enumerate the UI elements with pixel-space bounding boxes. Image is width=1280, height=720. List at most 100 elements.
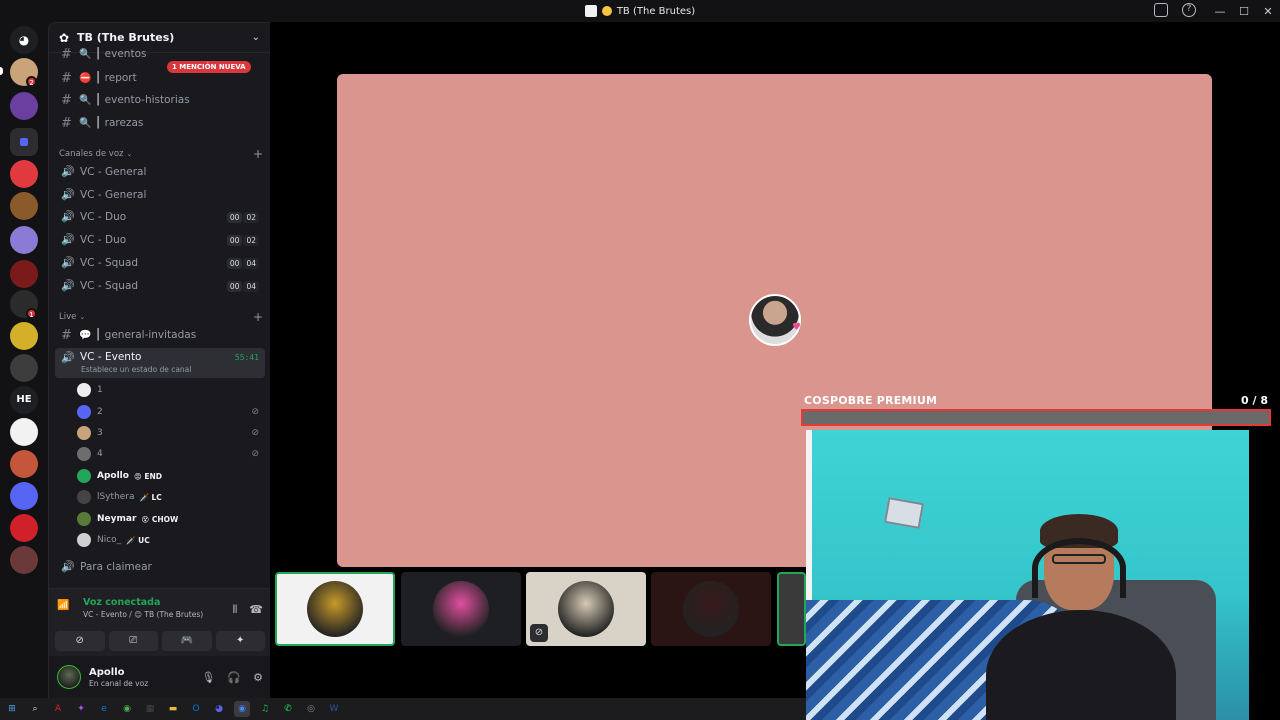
outlook-icon[interactable]: O — [188, 701, 204, 717]
server-8-icon[interactable] — [10, 322, 38, 350]
participant-tile[interactable] — [401, 572, 521, 646]
avatar[interactable] — [57, 665, 81, 689]
inbox-icon[interactable] — [1154, 3, 1168, 17]
minimize-button[interactable]: — — [1208, 5, 1232, 18]
voice-channel[interactable]: 🔊 VC - General — [55, 184, 265, 206]
user-panel[interactable]: Apollo En canal de voz 🎙 🎧 ⚙ — [49, 656, 271, 698]
server-6-icon[interactable] — [10, 260, 38, 288]
avatar — [77, 533, 91, 547]
voice-user[interactable]: 3 ⊘ — [77, 423, 263, 443]
noise-suppression-icon[interactable]: ⫴ — [233, 603, 238, 617]
webcam-feed — [806, 430, 1249, 720]
server-rail: ◕ 2 1 HE — [0, 22, 48, 698]
folder-icon[interactable]: ▬ — [165, 701, 181, 717]
participant-avatar — [433, 581, 489, 637]
streamer-body — [986, 610, 1176, 720]
add-channel-icon[interactable]: + — [253, 147, 263, 161]
channel-para-claimear[interactable]: 🔊 Para claimear — [55, 556, 265, 578]
server-folder-icon[interactable] — [10, 128, 38, 156]
chrome-active-icon[interactable]: ◉ — [234, 701, 250, 717]
voice-user-name: Apollo — [97, 471, 129, 481]
category-voice[interactable]: Canales de voz ⌄ + — [59, 147, 263, 161]
voice-channel[interactable]: 🔊 VC - General — [55, 161, 265, 183]
voice-channel[interactable]: 🔊 VC - Duo 00 02 — [55, 229, 265, 251]
title-tools: ? — [1154, 3, 1196, 17]
participant-tile[interactable] — [651, 572, 771, 646]
chevron-down-icon[interactable]: ⌄ — [252, 32, 260, 43]
participant-tile[interactable] — [777, 572, 806, 646]
signal-icon[interactable]: 📶 — [57, 600, 71, 611]
hash-icon: # — [61, 327, 72, 343]
voice-channel[interactable]: 🔊 VC - Duo 00 02 — [55, 206, 265, 228]
close-button[interactable]: ✕ — [1256, 5, 1280, 18]
voice-user[interactable]: Neymar 😵 CHOW — [77, 509, 263, 529]
whatsapp-icon[interactable]: ✆ — [280, 701, 296, 717]
channel-label: VC - Squad — [80, 257, 139, 269]
voice-channel-path[interactable]: VC - Evento / 😊 TB (The Brutes) — [83, 610, 203, 619]
user-controls: 🎙 🎧 ⚙ — [201, 671, 263, 684]
speaker-icon: 🔊 — [61, 233, 75, 246]
server-5-icon[interactable] — [10, 226, 38, 254]
help-icon[interactable]: ? — [1182, 3, 1196, 17]
figma-icon[interactable]: ✦ — [73, 701, 89, 717]
voice-channel[interactable]: 🔊 VC - Squad 00 04 — [55, 275, 265, 297]
participant-tile[interactable]: ⊘ — [526, 572, 646, 646]
add-channel-icon[interactable]: + — [253, 310, 263, 324]
server-13-icon[interactable] — [10, 514, 38, 542]
microphone-icon[interactable]: 🎙 — [201, 671, 215, 684]
channel-general-invitadas[interactable]: # 💬 ┃ general-invitadas — [55, 324, 265, 346]
windows-icon[interactable]: ⊞ — [4, 701, 20, 717]
channel-rarezas[interactable]: # 🔍 ┃ rarezas — [55, 112, 265, 134]
word-icon[interactable]: W — [326, 701, 342, 717]
channel-vc-evento[interactable]: 🔊 VC - Evento 55:41 Establece un estado … — [55, 348, 265, 378]
voice-user[interactable]: Apollo 😡 END — [77, 466, 263, 486]
server-12-icon[interactable] — [10, 482, 38, 510]
user-limit-value: 00 — [226, 280, 243, 292]
search-icon[interactable]: ⌕ — [27, 701, 43, 717]
server-10-icon[interactable] — [10, 418, 38, 446]
voice-user[interactable]: 1 — [77, 380, 263, 400]
adobe-icon[interactable]: A — [50, 701, 66, 717]
discord-home-icon[interactable]: ◕ — [10, 26, 38, 54]
voice-user[interactable]: 2 ⊘ — [77, 402, 263, 422]
hash-icon: # — [61, 115, 72, 131]
activities-button[interactable]: 🎮 — [162, 631, 212, 651]
gear-icon[interactable]: ⚙ — [253, 671, 263, 684]
server-3-icon[interactable] — [10, 160, 38, 188]
server-2-icon[interactable] — [10, 92, 38, 120]
avatar — [77, 383, 91, 397]
server-badge-icon: ✿ — [59, 30, 70, 45]
edge-icon[interactable]: e — [96, 701, 112, 717]
soundboard-button[interactable]: ✦ — [215, 631, 265, 651]
participant-tile[interactable] — [275, 572, 395, 646]
chrome-icon[interactable]: ◉ — [119, 701, 135, 717]
discord-icon[interactable]: ◕ — [211, 701, 227, 717]
camera-off-button[interactable]: ⊘ — [55, 631, 105, 651]
voice-user[interactable]: Nico_ 🗡️ UC — [77, 530, 263, 550]
channel-status[interactable]: Establece un estado de canal — [81, 365, 191, 374]
voice-channel[interactable]: 🔊 VC - Squad 00 04 — [55, 252, 265, 274]
voice-user[interactable]: lSythera 🗡️ LC — [77, 487, 263, 507]
spotify-icon[interactable]: ♫ — [257, 701, 273, 717]
server-9-icon[interactable] — [10, 354, 38, 382]
voice-connection-panel: 📶 Voz conectada VC - Evento / 😊 TB (The … — [49, 588, 271, 698]
headphones-icon[interactable]: 🎧 — [227, 671, 241, 684]
server-he-icon[interactable]: HE — [10, 386, 38, 414]
new-mention-badge[interactable]: 1 MENCIÓN NUEVA — [167, 61, 251, 73]
channel-evento-historias[interactable]: # 🔍 ┃ evento-historias — [55, 89, 265, 111]
server-14-icon[interactable] — [10, 546, 38, 574]
maximize-button[interactable]: ☐ — [1232, 5, 1256, 18]
channel-eventos[interactable]: # 🔍 ┃ eventos — [55, 46, 265, 62]
voice-user[interactable]: 4 ⊘ — [77, 444, 263, 464]
user-limit-value: 04 — [243, 257, 259, 269]
obs-icon[interactable]: ◎ — [303, 701, 319, 717]
unread-indicator — [0, 67, 3, 75]
calculator-icon[interactable]: ▦ — [142, 701, 158, 717]
disconnect-icon[interactable]: ☎ — [249, 603, 263, 617]
category-live[interactable]: Live ⌄ + — [59, 310, 263, 324]
voice-actions: ⫴ ☎ — [233, 603, 263, 617]
server-11-icon[interactable] — [10, 450, 38, 478]
voice-connected-label[interactable]: Voz conectada — [83, 597, 203, 608]
server-4-icon[interactable] — [10, 192, 38, 220]
screen-share-button[interactable]: ⎚ — [108, 631, 158, 651]
